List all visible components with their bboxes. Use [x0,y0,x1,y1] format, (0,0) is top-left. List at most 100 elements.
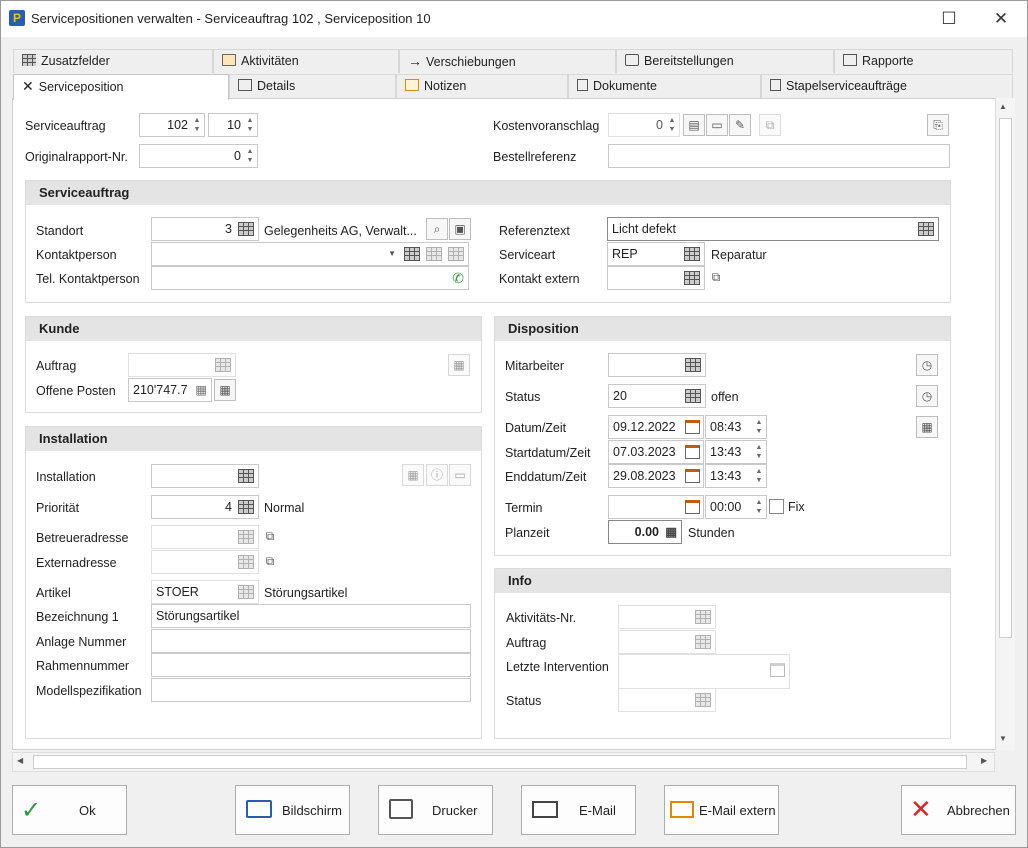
table-icon[interactable] [695,693,711,707]
kontaktperson-field[interactable]: ▼ [151,242,469,266]
datum-time-field[interactable]: 08:43 ▲ ▼ [705,415,767,439]
datum-field[interactable]: 09.12.2022 [608,415,704,439]
planzeit-field[interactable]: 0.00 ▦ [608,520,682,544]
copy-icon[interactable]: ⧉ [259,551,281,573]
bildschirm-button[interactable]: Bildschirm [235,785,350,835]
tab-rapporte[interactable]: Rapporte [834,49,1013,73]
phone-icon[interactable]: ✆ [452,267,464,289]
history-icon[interactable]: ◷ [916,354,938,376]
tel-kontaktperson-field[interactable]: ✆ [151,266,469,290]
table-add-icon[interactable]: ▦ [402,464,424,486]
spin-icon[interactable]: ▲ ▼ [245,116,255,134]
status-field[interactable]: 20 [608,384,706,408]
aktivitaets-nr-field[interactable] [618,605,716,629]
anlage-nummer-field[interactable] [151,629,471,653]
copy-table-icon[interactable] [426,247,442,261]
close-button[interactable]: ✕ [987,7,1015,31]
kostenvoranschlag-field[interactable]: 0 ▲ ▼ [608,113,680,137]
tab-dokumente[interactable]: Dokumente [568,74,761,98]
spin-icon[interactable]: ▲ ▼ [667,116,677,134]
position-field[interactable]: 10 ▲ ▼ [208,113,258,137]
abbrechen-button[interactable]: ✕ Abbrechen [901,785,1016,835]
installation-field[interactable] [151,464,259,488]
maximize-button[interactable]: ☐ [935,7,963,31]
calendar-grid-icon[interactable]: ▦ [916,416,938,438]
monitor-icon[interactable]: ▭ [706,114,728,136]
betreueradresse-field[interactable] [151,525,259,549]
table-icon[interactable] [684,271,700,285]
originalrapport-field[interactable]: 0 ▲ ▼ [139,144,258,168]
email-extern-button[interactable]: E-Mail extern [664,785,779,835]
fix-checkbox[interactable] [769,499,784,514]
enddatum-field[interactable]: 29.08.2023 [608,464,704,488]
scroll-left-icon[interactable]: ◀ [17,756,23,765]
tab-notizen[interactable]: Notizen [396,74,568,98]
rahmennummer-field[interactable] [151,653,471,677]
startdatum-field[interactable]: 07.03.2023 [608,440,704,464]
edit-table-icon[interactable] [448,247,464,261]
table-icon[interactable] [238,530,254,544]
standort-field[interactable]: 3 [151,217,259,241]
table-icon[interactable]: ▤ [683,114,705,136]
scroll-thumb[interactable] [33,755,967,769]
table-icon[interactable]: ▦ [214,379,236,401]
tab-stapelserviceauftraege[interactable]: Stapelserviceaufträge [761,74,1013,98]
serviceart-field[interactable]: REP [607,242,705,266]
table-icon[interactable] [238,500,254,514]
table-icon[interactable] [685,358,701,372]
calendar-icon[interactable] [685,469,700,483]
spin-icon[interactable]: ▲ ▼ [754,467,764,485]
calendar-icon[interactable] [685,445,700,459]
copy-icon[interactable]: ⧉ [259,526,281,548]
spin-icon[interactable]: ▲ ▼ [754,418,764,436]
bezeichnung1-field[interactable]: Störungsartikel [151,604,471,628]
drucker-button[interactable]: Drucker [378,785,493,835]
table-icon[interactable] [238,555,254,569]
vertical-scrollbar[interactable]: ▲ ▼ [995,98,1015,750]
table-icon[interactable] [238,469,254,483]
monitor-icon[interactable]: ▭ [449,464,471,486]
copy-icon[interactable]: ⧉ [705,267,727,289]
tab-zusatzfelder[interactable]: Zusatzfelder [13,49,213,73]
table-icon[interactable] [215,358,231,372]
scroll-up-icon[interactable]: ▲ [999,102,1007,111]
address-search-icon[interactable]: ⌕ [426,218,448,240]
externadresse-field[interactable] [151,550,259,574]
info-auftrag-field[interactable] [618,630,716,654]
ok-button[interactable]: ✓ Ok [12,785,127,835]
calculator-icon[interactable]: ▦ [665,521,677,543]
horizontal-scrollbar[interactable]: ◀ ▶ [12,752,995,772]
calendar-icon[interactable] [770,663,785,677]
artikel-field[interactable]: STOER [151,580,259,604]
calendar-icon[interactable] [685,420,700,434]
tab-details[interactable]: Details [229,74,396,98]
table-icon[interactable] [684,247,700,261]
add-table-icon[interactable] [404,247,420,261]
calendar-icon[interactable] [685,500,700,514]
letzte-intervention-field[interactable] [618,654,790,689]
serviceauftrag-field[interactable]: 102 ▲ ▼ [139,113,205,137]
referenztext-field[interactable]: Licht defekt [607,217,939,241]
table-icon[interactable] [238,585,254,599]
start-time-field[interactable]: 13:43 ▲ ▼ [705,440,767,464]
mitarbeiter-field[interactable] [608,353,706,377]
kontakt-extern-field[interactable] [607,266,705,290]
table-icon[interactable]: ▦ [448,354,470,376]
scroll-right-icon[interactable]: ▶ [981,756,987,765]
scroll-down-icon[interactable]: ▼ [999,734,1007,743]
new-document-icon[interactable]: ⎘ [927,114,949,136]
scroll-thumb[interactable] [999,118,1012,638]
tab-bereitstellungen[interactable]: Bereitstellungen [616,49,834,73]
auftrag-field[interactable] [128,353,236,377]
table-icon[interactable] [685,389,701,403]
termin-time-field[interactable]: 00:00 ▲ ▼ [705,495,767,519]
spin-icon[interactable]: ▲ ▼ [754,443,764,461]
bestellreferenz-field[interactable] [608,144,950,168]
termin-field[interactable] [608,495,704,519]
history-icon[interactable]: ◷ [916,385,938,407]
table-icon[interactable] [695,610,711,624]
end-time-field[interactable]: 13:43 ▲ ▼ [705,464,767,488]
spin-icon[interactable]: ▲ ▼ [754,498,764,516]
tab-aktivitaeten[interactable]: Aktivitäten [213,49,399,73]
info-status-field[interactable] [618,688,716,712]
